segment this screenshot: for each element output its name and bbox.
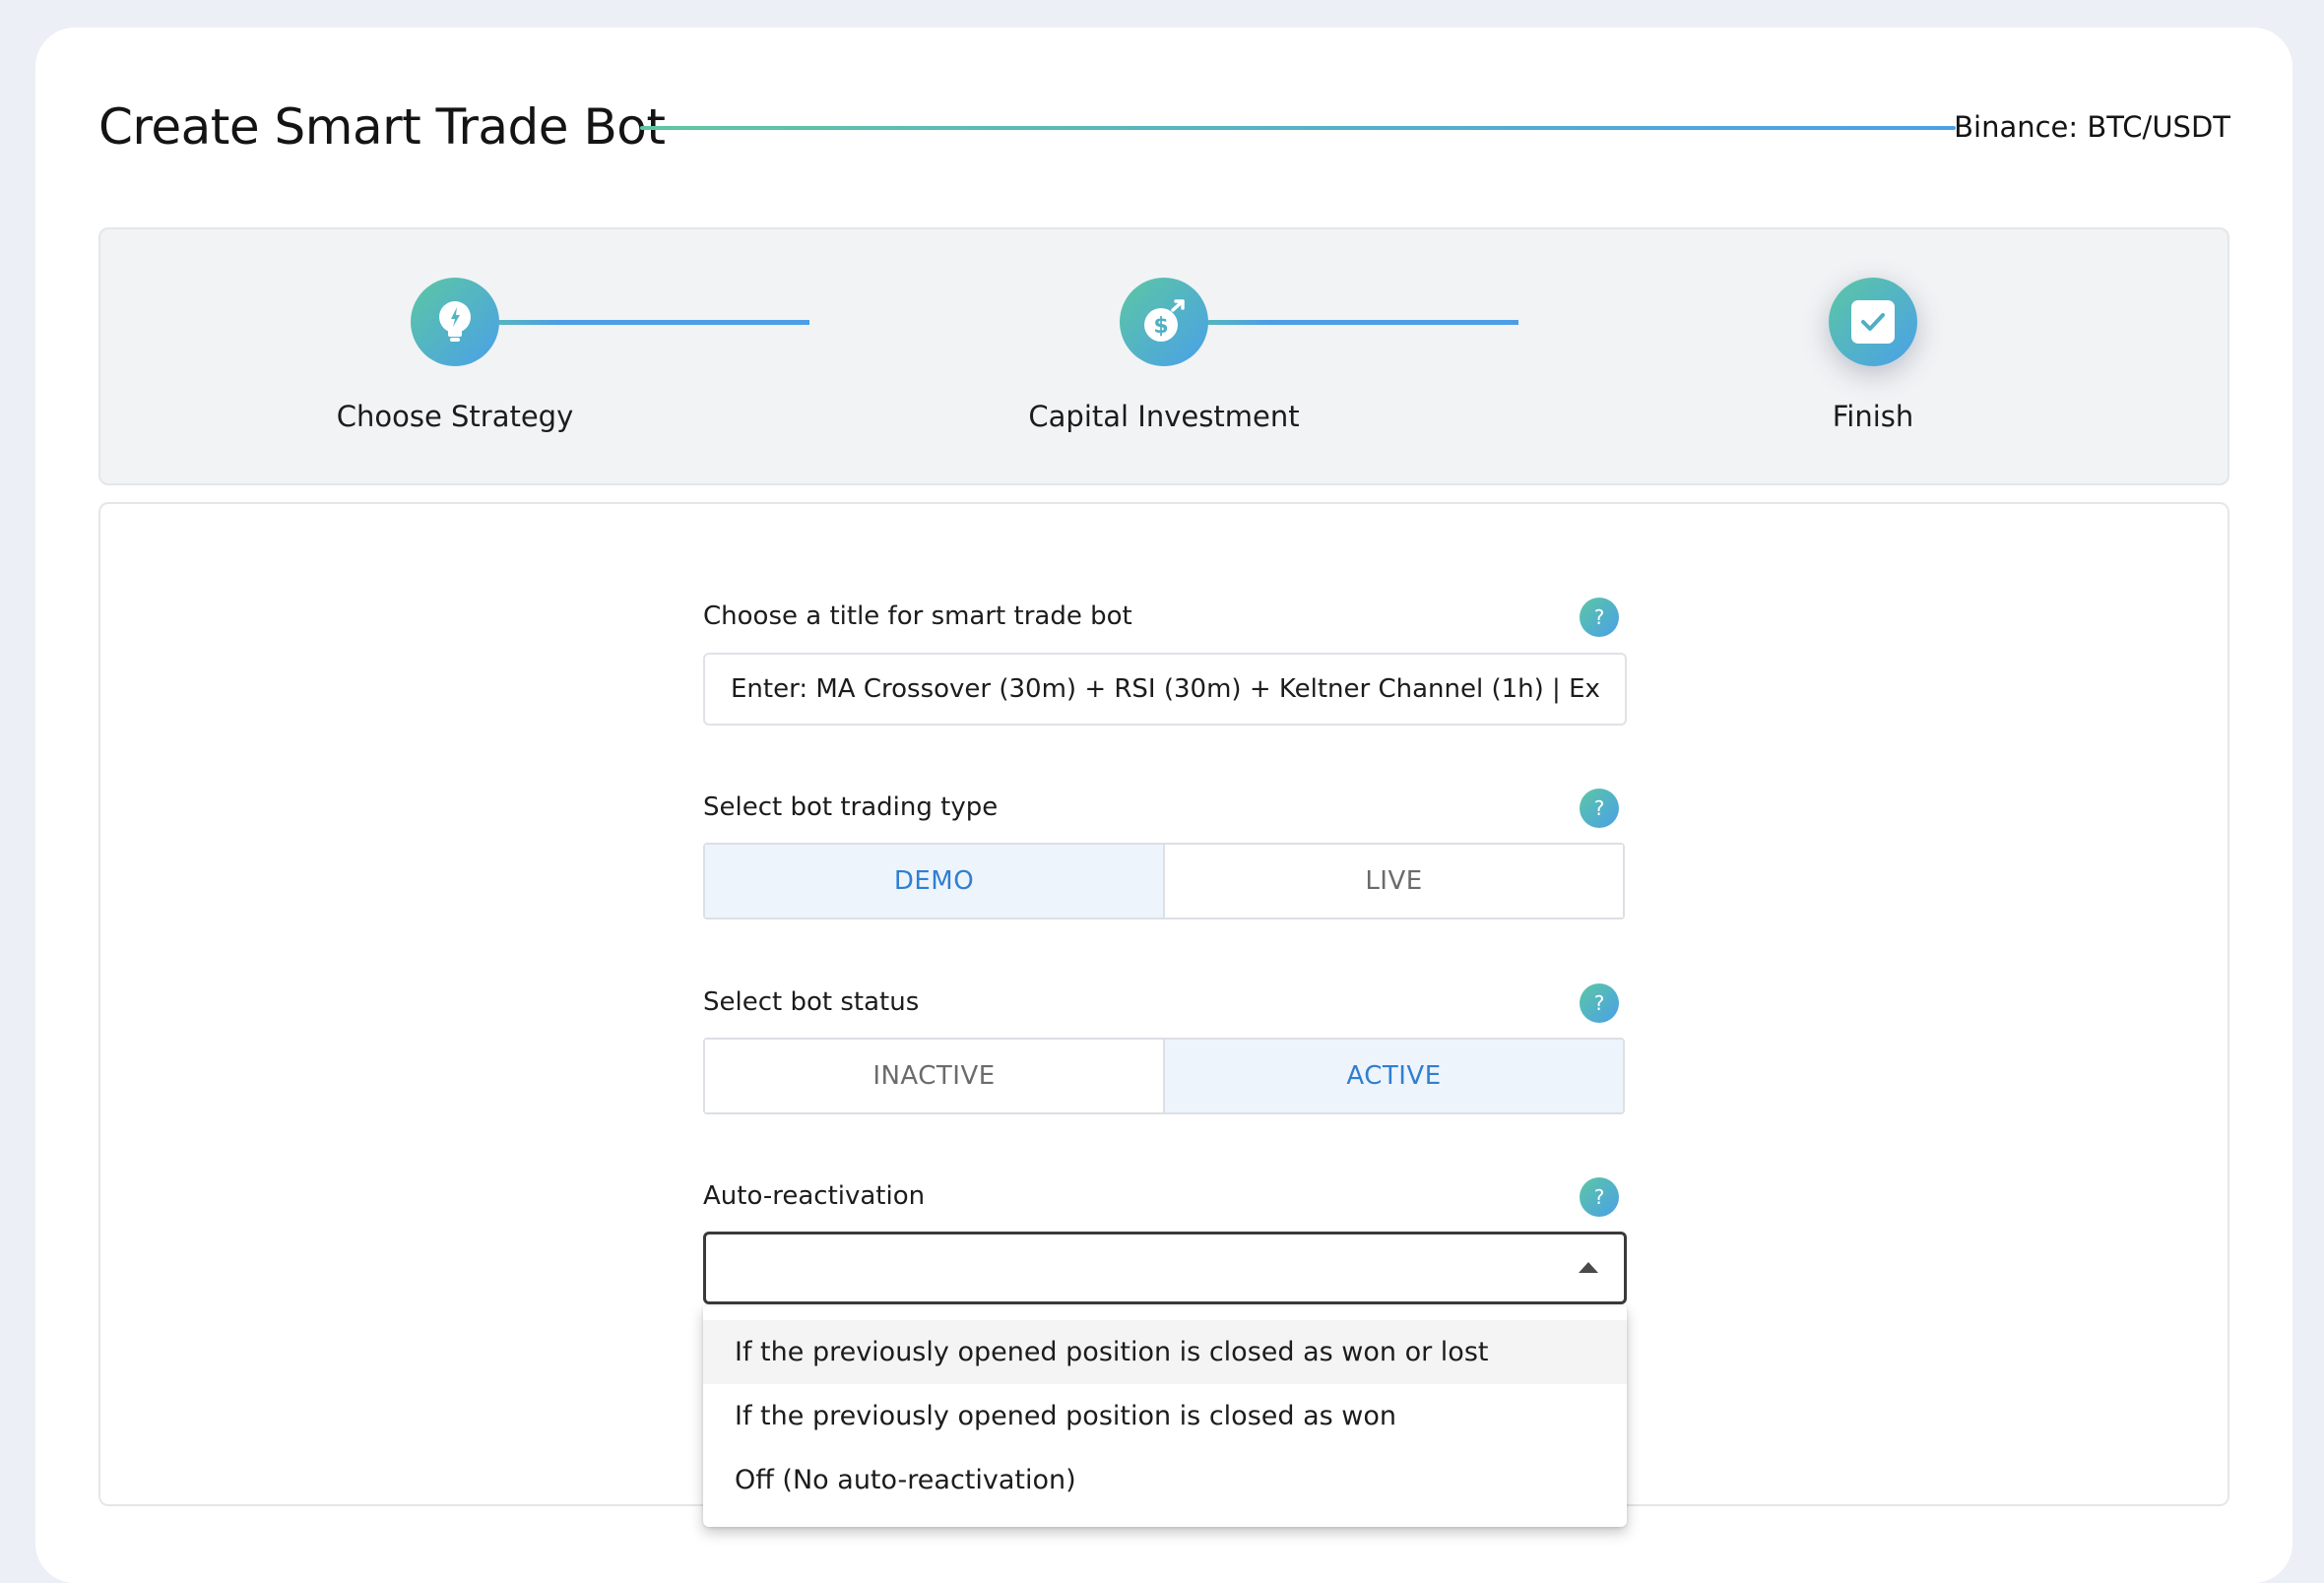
reactivation-dropdown-menu: If the previously opened position is clo… bbox=[703, 1306, 1627, 1527]
help-icon-trading-type[interactable]: ? bbox=[1580, 789, 1619, 828]
status-label: Select bot status bbox=[703, 987, 920, 1017]
dollar-growth-icon: $ bbox=[1144, 299, 1185, 342]
page-title: Create Smart Trade Bot bbox=[98, 98, 666, 156]
checkbox-icon bbox=[1851, 300, 1895, 344]
title-field-label: Choose a title for smart trade bot bbox=[703, 602, 1132, 631]
reactivation-select[interactable] bbox=[703, 1232, 1627, 1304]
help-icon-reactivation[interactable]: ? bbox=[1580, 1177, 1619, 1217]
dropdown-option[interactable]: If the previously opened position is clo… bbox=[703, 1320, 1627, 1384]
reactivation-label: Auto-reactivation bbox=[703, 1181, 926, 1211]
step-label-finish: Finish bbox=[1832, 400, 1914, 433]
exchange-pair-label: Binance: BTC/USDT bbox=[1954, 110, 2230, 144]
inactive-button[interactable]: INACTIVE bbox=[705, 1040, 1163, 1112]
bot-title-input[interactable] bbox=[703, 653, 1627, 726]
demo-button[interactable]: DEMO bbox=[705, 845, 1163, 918]
step-label-choose-strategy: Choose Strategy bbox=[336, 400, 574, 433]
active-button[interactable]: ACTIVE bbox=[1163, 1040, 1623, 1112]
step-progress: $ Choose Strategy Capital Investment Fin… bbox=[98, 227, 2229, 485]
help-icon-status[interactable]: ? bbox=[1580, 983, 1619, 1023]
step-label-capital-investment: Capital Investment bbox=[1028, 400, 1300, 433]
step-finish[interactable] bbox=[1829, 278, 1917, 366]
dropdown-option[interactable]: If the previously opened position is clo… bbox=[703, 1384, 1627, 1448]
svg-text:$: $ bbox=[1153, 314, 1168, 339]
dropdown-option[interactable]: Off (No auto-reactivation) bbox=[703, 1448, 1627, 1512]
step-connector bbox=[455, 320, 809, 325]
trading-type-label: Select bot trading type bbox=[703, 792, 999, 822]
lightbulb-icon bbox=[439, 301, 471, 342]
live-button[interactable]: LIVE bbox=[1163, 845, 1623, 918]
help-icon-title[interactable]: ? bbox=[1580, 598, 1619, 637]
header-divider bbox=[640, 126, 1956, 130]
step-capital-investment[interactable]: $ bbox=[1120, 278, 1208, 366]
status-toggle: INACTIVE ACTIVE bbox=[703, 1038, 1625, 1114]
caret-up-icon bbox=[1579, 1262, 1598, 1273]
trading-type-toggle: DEMO LIVE bbox=[703, 843, 1625, 919]
step-choose-strategy[interactable] bbox=[411, 278, 499, 366]
step-connector bbox=[1164, 320, 1518, 325]
